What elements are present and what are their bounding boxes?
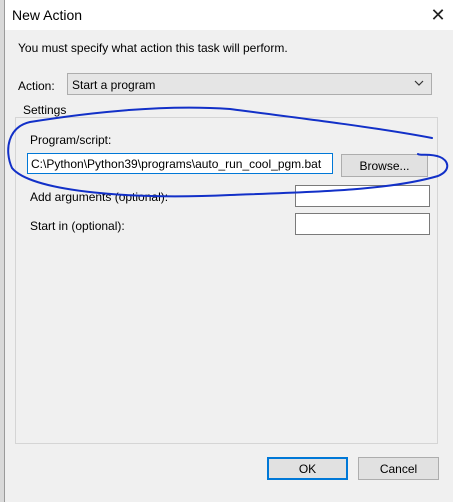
action-select[interactable]: Start a program [67, 73, 432, 95]
settings-title: Settings [21, 103, 69, 117]
cancel-button[interactable]: Cancel [358, 457, 439, 480]
start-in-label: Start in (optional): [30, 219, 125, 233]
add-arguments-label: Add arguments (optional): [30, 190, 169, 204]
program-script-input[interactable] [27, 153, 333, 174]
chevron-down-icon [414, 80, 424, 86]
browse-button[interactable]: Browse... [341, 154, 428, 177]
title-bar: New Action ✕ [5, 0, 453, 30]
ok-button[interactable]: OK [267, 457, 348, 480]
program-script-label: Program/script: [30, 133, 112, 147]
instruction-text: You must specify what action this task w… [18, 41, 288, 55]
action-label: Action: [18, 79, 55, 93]
start-in-input[interactable] [295, 213, 430, 235]
add-arguments-input[interactable] [295, 185, 430, 207]
dialog-title: New Action [12, 7, 83, 23]
close-button[interactable]: ✕ [425, 2, 451, 28]
new-action-dialog: New Action ✕ You must specify what actio… [4, 0, 453, 502]
close-icon: ✕ [430, 4, 446, 25]
action-selected-value: Start a program [72, 78, 156, 92]
